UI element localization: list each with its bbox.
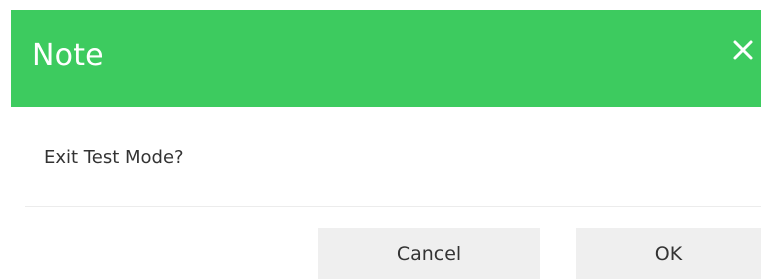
close-icon[interactable] [730,37,756,63]
ok-button[interactable]: OK [576,228,761,279]
cancel-button[interactable]: Cancel [318,228,540,279]
dialog-message: Exit Test Mode? [44,147,184,168]
dialog-divider [25,206,761,207]
dialog-header: Note [11,10,761,107]
close-icon-glyph [733,40,753,60]
dialog-title: Note [32,38,104,73]
note-dialog: Note Exit Test Mode? Cancel OK [0,0,761,279]
